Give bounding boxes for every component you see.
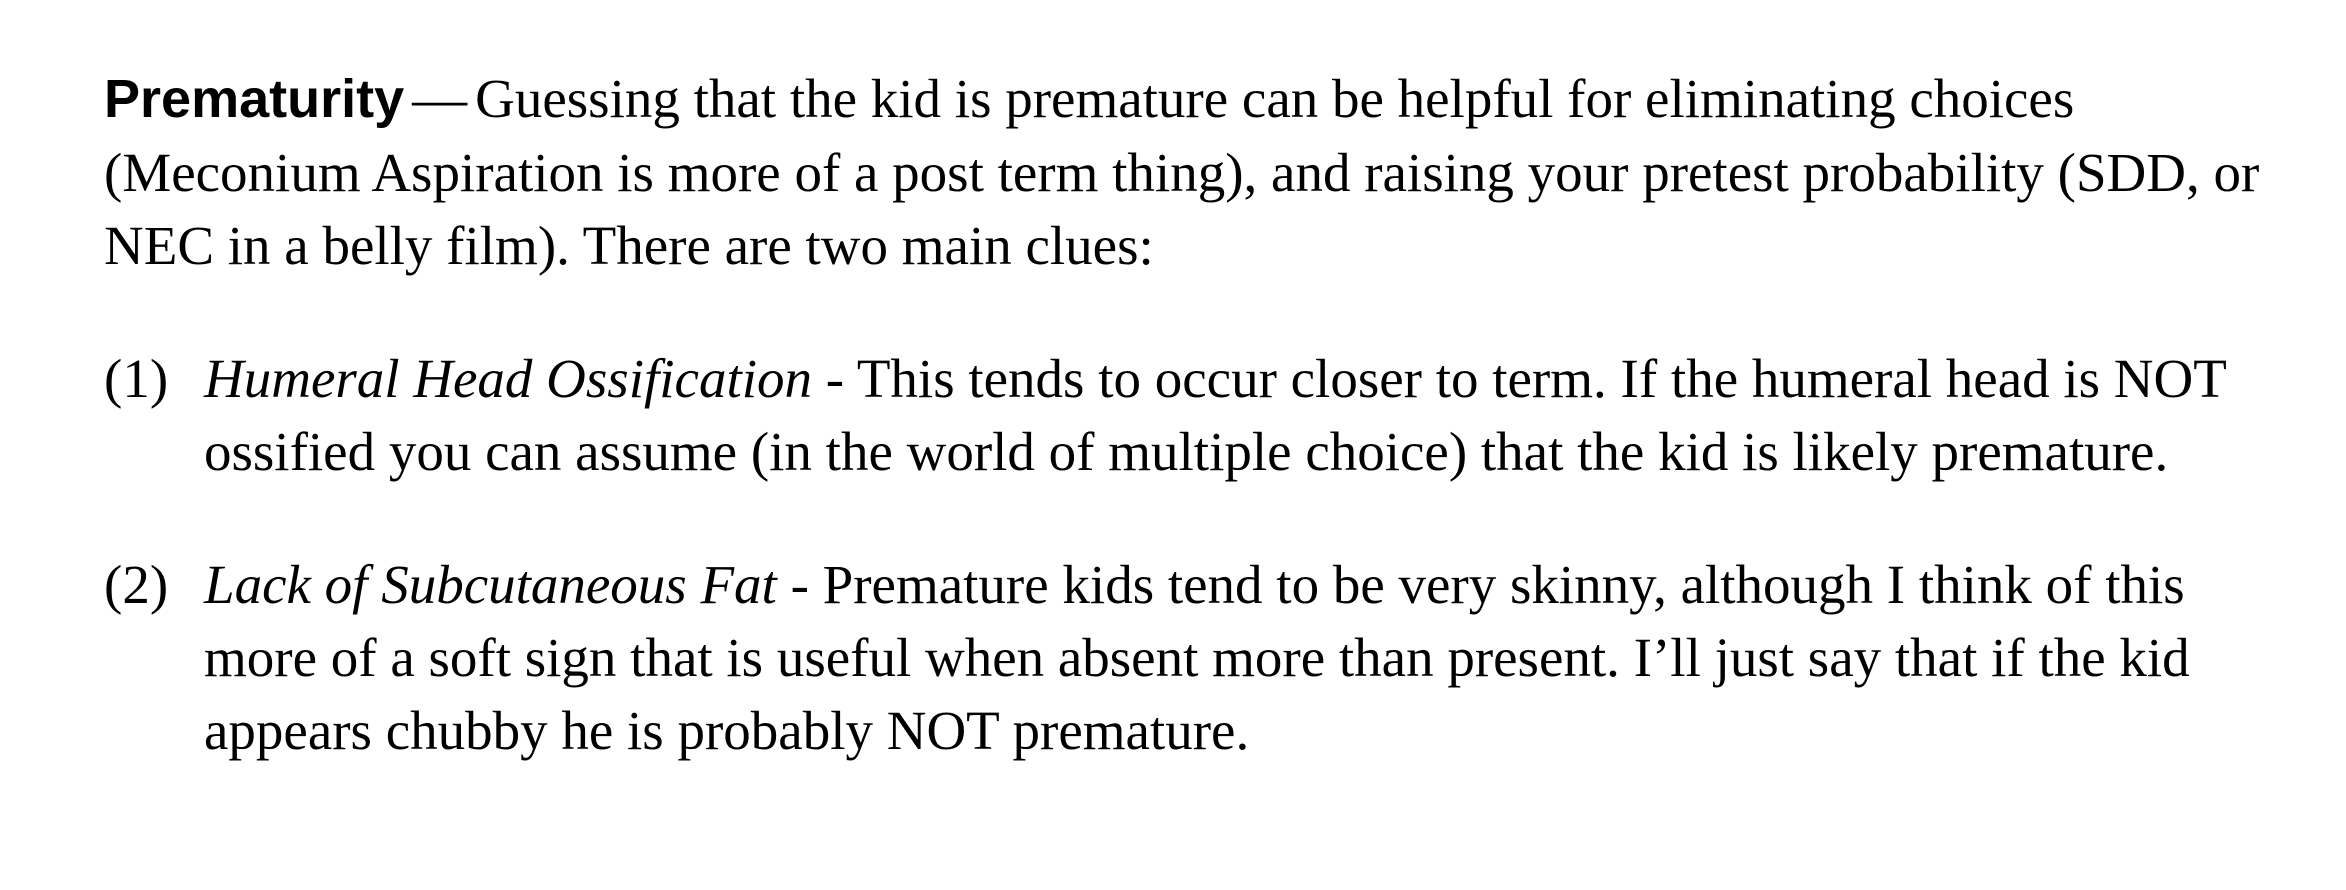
section-heading: Prematurity [104, 69, 405, 129]
clue-item-subcutaneous-fat: (2) Lack of Subcutaneous Fat - Premature… [104, 548, 2284, 767]
intro-paragraph: Prematurity — Guessing that the kid is pre… [104, 62, 2284, 282]
clue-term: Humeral Head Ossification [204, 348, 813, 409]
document-page: Prematurity — Guessing that the kid is pre… [104, 62, 2284, 767]
heading-separator: — [412, 68, 468, 129]
clue-number: (1) [104, 348, 169, 409]
clue-term: Lack of Subcutaneous Fat [204, 554, 777, 615]
clue-item-humeral-head: (1) Humeral Head Ossification - This ten… [104, 342, 2284, 488]
clue-number: (2) [104, 554, 169, 615]
